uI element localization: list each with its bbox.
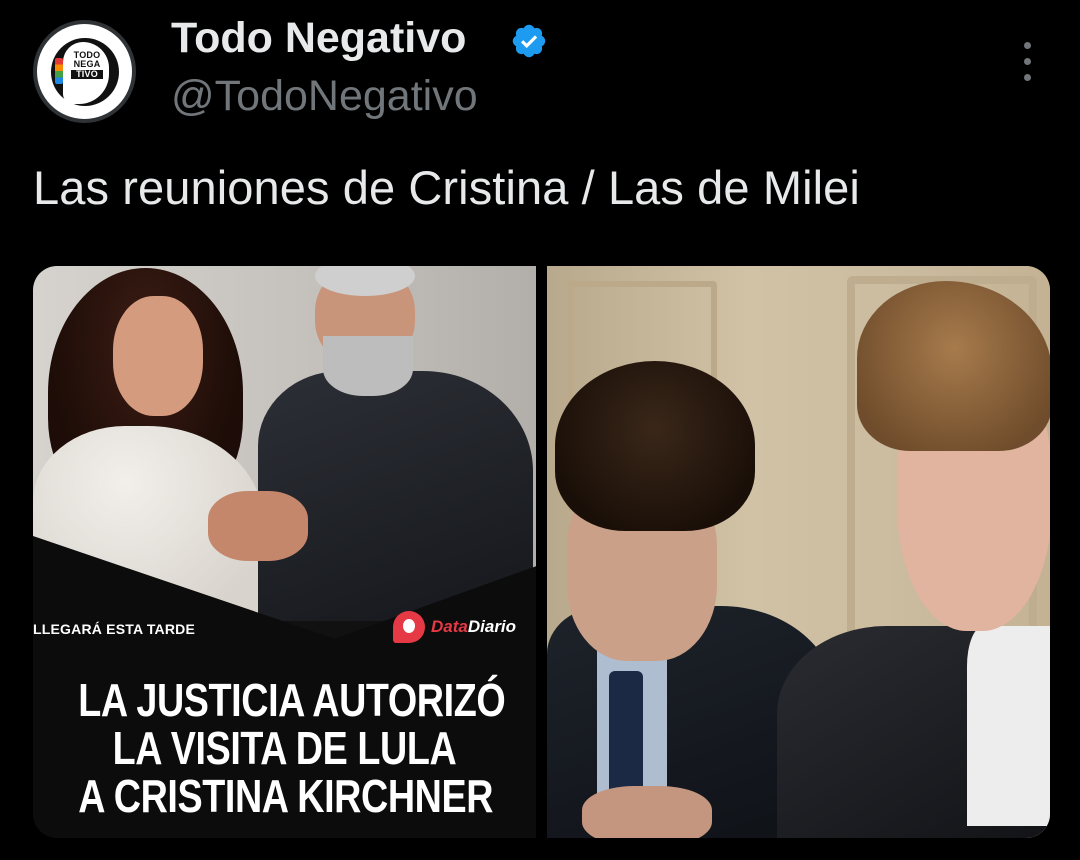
brand-name-part1: Data bbox=[431, 617, 468, 636]
photo-figure-hands bbox=[582, 786, 712, 838]
verified-badge-icon bbox=[512, 24, 546, 58]
photo-cristina-lula bbox=[33, 266, 536, 621]
photo-figure-beard bbox=[323, 336, 413, 396]
avatar-logo-line-3: TIVO bbox=[71, 70, 103, 79]
photo-figure-hair-left bbox=[555, 361, 755, 531]
brand-name: DataDiario bbox=[431, 617, 516, 637]
tweet-text: Las reuniones de Cristina / Las de Milei bbox=[33, 161, 860, 214]
author-display-name[interactable]: Todo Negativo bbox=[171, 14, 466, 63]
avatar-color-stripe bbox=[55, 58, 63, 84]
photo-figure-shirt-right bbox=[967, 626, 1050, 826]
avatar-logo-line-2: NEGA bbox=[73, 59, 101, 69]
media-image-right[interactable] bbox=[547, 266, 1050, 838]
headline-line-2: LA VISITA DE LULA bbox=[112, 722, 457, 774]
author-handle[interactable]: @TodoNegativo bbox=[171, 72, 478, 121]
tweet-media-grid[interactable]: LLEGARÁ ESTA TARDE DataDiario LA JUSTICI… bbox=[33, 266, 1050, 838]
brand-icon bbox=[393, 611, 425, 643]
photo-figure-face bbox=[113, 296, 203, 416]
avatar-logo-text: TODO NEGA TIVO bbox=[65, 51, 109, 79]
author-avatar[interactable]: TODO NEGA TIVO bbox=[33, 20, 136, 123]
headline-line-1: LA JUSTICIA AUTORIZÓ bbox=[78, 674, 506, 726]
photo-handshake bbox=[208, 491, 308, 561]
media-image-left[interactable]: LLEGARÁ ESTA TARDE DataDiario LA JUSTICI… bbox=[33, 266, 536, 838]
news-headline: LA JUSTICIA AUTORIZÓ LA VISITA DE LULA A… bbox=[78, 674, 506, 822]
headline-line-3: A CRISTINA KIRCHNER bbox=[78, 770, 494, 822]
news-kicker: LLEGARÁ ESTA TARDE bbox=[33, 621, 196, 637]
more-options-icon[interactable] bbox=[1014, 40, 1042, 84]
brand-name-part2: Diario bbox=[467, 617, 517, 636]
